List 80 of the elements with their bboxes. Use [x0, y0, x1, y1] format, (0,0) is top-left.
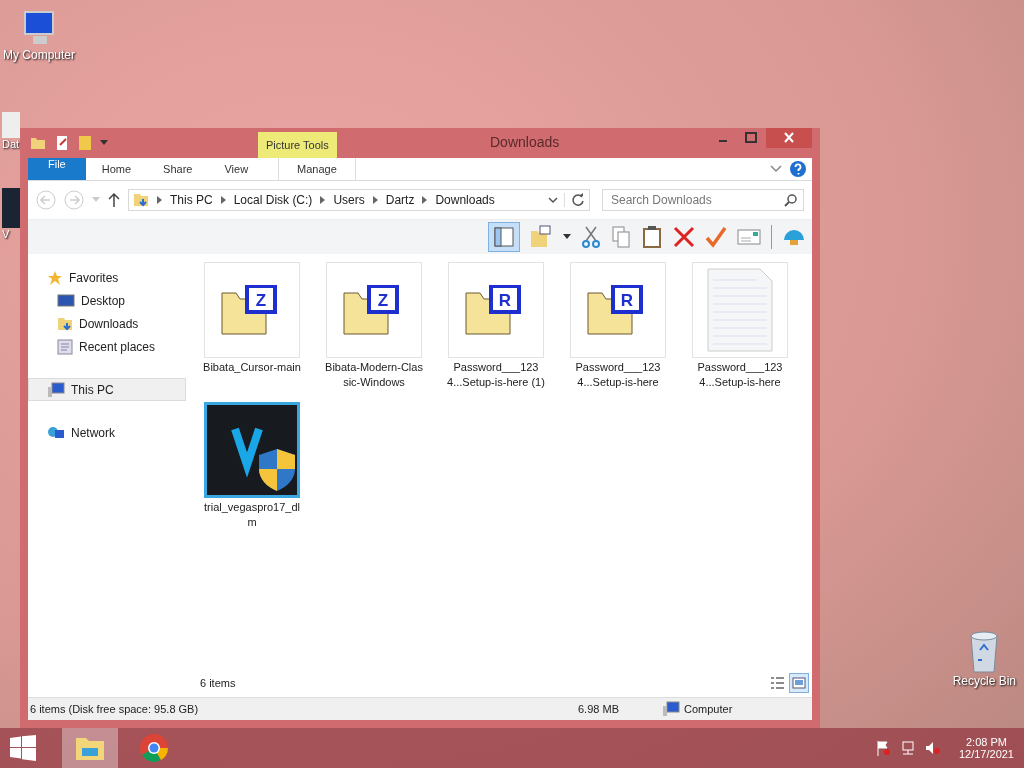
breadcrumb-arrow-icon[interactable] — [372, 196, 378, 204]
thumbnail-frame[interactable]: R — [570, 262, 666, 358]
status-location: Computer — [684, 703, 733, 715]
breadcrumb-item[interactable]: Downloads — [435, 193, 495, 207]
breadcrumb-item[interactable]: Users — [333, 193, 365, 207]
folder-icon — [133, 192, 149, 208]
navigation-item[interactable]: Recent places — [28, 335, 186, 358]
star-icon — [47, 269, 63, 286]
file-name[interactable]: Password___1234...Setup-is-here — [690, 360, 790, 390]
help-icon[interactable] — [790, 161, 806, 177]
clock[interactable]: 2:08 PM 12/17/2021 — [958, 736, 1014, 760]
thumbnail-frame[interactable]: R — [448, 262, 544, 358]
file-name[interactable]: Bibata-Modern-Classic-Windows — [324, 360, 424, 390]
details-view-button[interactable] — [768, 674, 786, 692]
chevron-down-icon[interactable] — [548, 196, 558, 204]
envelope-icon[interactable] — [737, 228, 761, 246]
thumbnail-frame[interactable]: Z — [326, 262, 422, 358]
navigation-item[interactable]: Desktop — [28, 289, 186, 312]
preview-pane-button[interactable] — [489, 223, 519, 251]
network-icon — [47, 424, 65, 441]
ribbon-tab[interactable]: View — [208, 158, 265, 180]
archive-badge-letter: R — [498, 291, 512, 310]
file-name[interactable]: Password___1234...Setup-is-here (1) — [446, 360, 546, 390]
navigation-item[interactable]: Network — [28, 421, 186, 444]
search-field[interactable]: Search Downloads — [602, 189, 804, 211]
ribbon-tab[interactable]: Share — [147, 158, 209, 180]
desktop-icon — [57, 293, 75, 308]
file-name[interactable]: Password___1234...Setup-is-here — [568, 360, 668, 390]
flag-icon[interactable] — [874, 740, 891, 756]
status-size: 6.98 MB — [578, 703, 620, 715]
thumbnail-frame[interactable]: Z — [204, 262, 300, 358]
archive-badge-letter: Z — [377, 291, 389, 310]
navigation-item[interactable]: This PC — [28, 378, 186, 401]
item-count: 6 items — [200, 677, 236, 689]
chevron-down-icon[interactable] — [770, 165, 782, 173]
breadcrumb-arrow-icon[interactable] — [157, 196, 162, 204]
dropdown-icon[interactable] — [563, 234, 571, 240]
search-icon — [784, 193, 798, 207]
recent-places-icon — [57, 338, 73, 355]
delete-icon[interactable] — [673, 226, 695, 248]
navigation-item[interactable]: Downloads — [28, 312, 186, 335]
downloads-folder-icon — [57, 315, 73, 332]
thumbnail-frame[interactable] — [204, 402, 300, 498]
up-arrow-icon[interactable] — [108, 192, 120, 208]
computer-icon — [662, 701, 680, 717]
close-button[interactable] — [766, 128, 812, 148]
file-name[interactable]: Bibata_Cursor-main — [202, 360, 302, 375]
address-bar[interactable]: This PC Local Disk (C:) Users Dartz Downloads — [128, 189, 590, 211]
large-icons-view-button[interactable] — [790, 674, 808, 692]
text-document-icon — [707, 268, 773, 352]
file-name[interactable]: trial_vegaspro17_dlm — [202, 500, 302, 530]
context-tab-group-label: Picture Tools — [258, 132, 337, 158]
file-explorer-taskbar-button[interactable] — [62, 728, 118, 768]
ribbon-tab[interactable]: Home — [85, 158, 148, 180]
paste-icon[interactable] — [641, 225, 663, 249]
windows-logo-icon[interactable] — [10, 735, 36, 761]
checkmark-icon[interactable] — [705, 226, 727, 248]
breadcrumb-item[interactable]: Dartz — [385, 193, 415, 207]
ribbon-tab[interactable]: Manage — [278, 158, 356, 180]
breadcrumb-item[interactable]: This PC — [170, 193, 213, 207]
ribbon-tab[interactable]: File — [28, 158, 86, 180]
refresh-icon[interactable] — [564, 193, 585, 207]
window-title: Downloads — [490, 134, 560, 150]
cut-icon[interactable] — [581, 225, 601, 249]
archive-badge-letter: R — [620, 291, 634, 310]
archive-badge-letter: Z — [255, 291, 267, 310]
breadcrumb-arrow-icon[interactable] — [422, 196, 428, 204]
breadcrumb-item[interactable]: Local Disk (C:) — [233, 193, 313, 207]
copy-icon[interactable] — [611, 225, 631, 249]
browser-icon — [139, 733, 169, 763]
computer-icon — [47, 381, 65, 398]
properties-icon[interactable] — [54, 135, 70, 151]
new-folder-icon[interactable] — [78, 135, 92, 151]
folder-options-icon[interactable] — [529, 225, 553, 249]
folder-icon[interactable] — [30, 135, 46, 151]
speaker-muted-icon[interactable] — [924, 740, 941, 756]
navigation-item[interactable]: Favorites — [28, 266, 186, 289]
status-text: 6 items (Disk free space: 95.8 GB) — [29, 703, 200, 715]
breadcrumb-arrow-icon[interactable] — [220, 196, 226, 204]
breadcrumb-arrow-icon[interactable] — [320, 196, 326, 204]
